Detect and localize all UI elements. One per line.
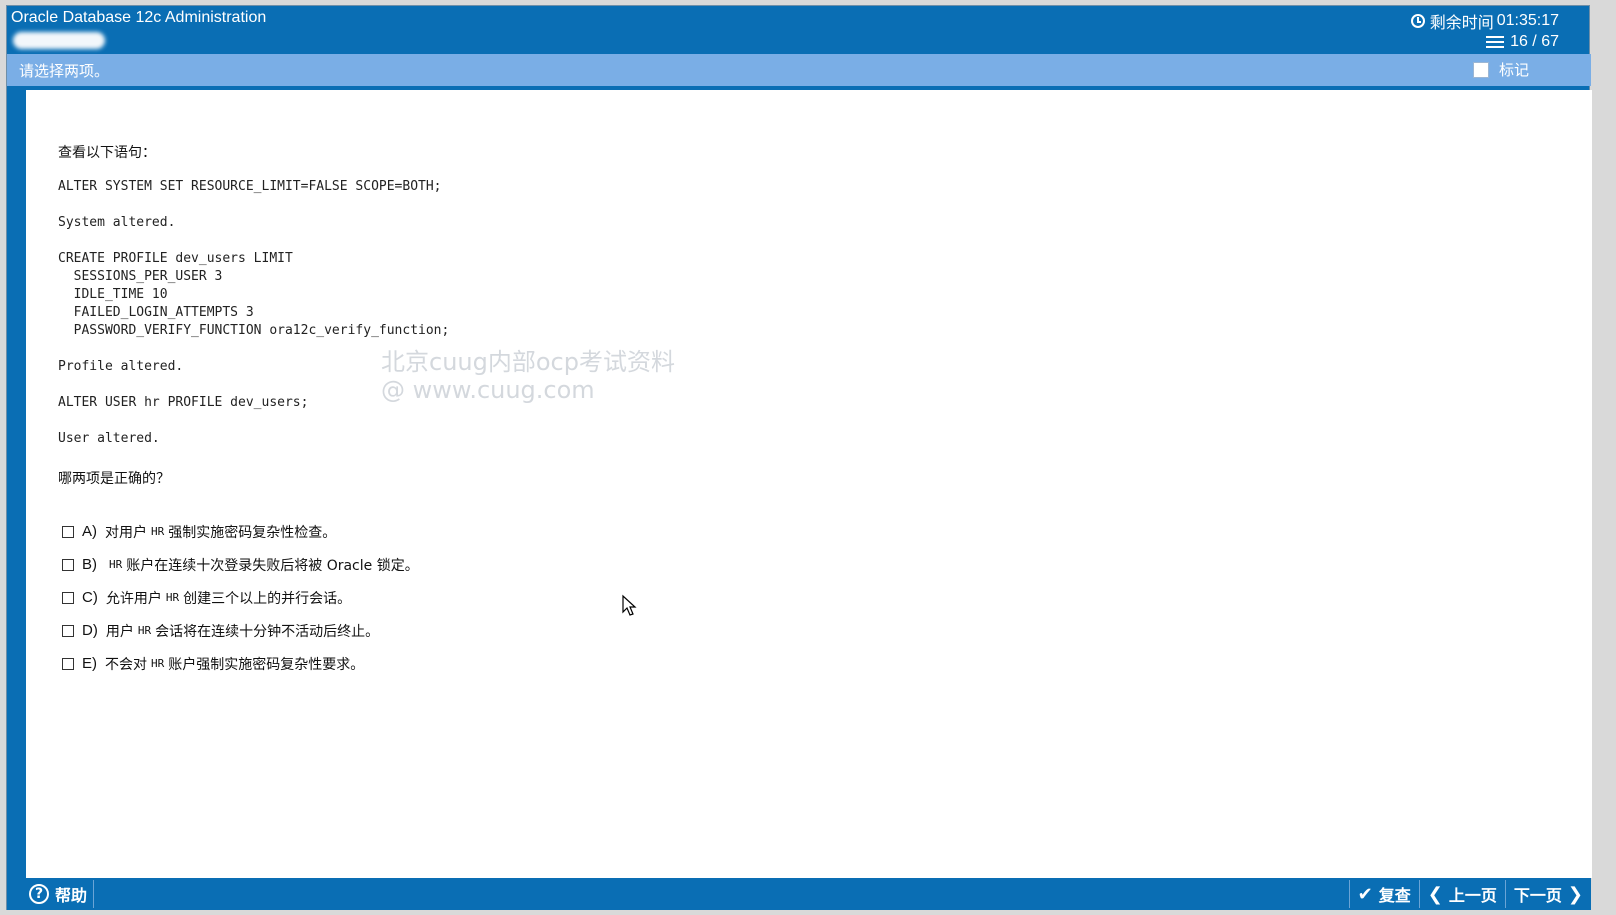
option-letter: D) [82, 622, 98, 639]
clock-icon [1410, 14, 1425, 28]
time-value: 01:35:17 [1496, 12, 1559, 29]
option-code: HR [151, 657, 165, 670]
option-text-pre: 对用户 [105, 524, 147, 541]
option-text-post: 强制实施密码复杂性检查。 [168, 524, 337, 541]
review-button[interactable]: ✔ 复查 [1348, 880, 1419, 908]
option-code: HR [137, 624, 152, 637]
option-checkbox[interactable] [62, 624, 74, 637]
question-panel: 查看以下语句： ALTER SYSTEM SET RESOURCE_LIMIT=… [25, 90, 1592, 878]
question-text: 哪两项是正确的？ [58, 471, 170, 487]
next-button[interactable]: 下一页 ❯ [1504, 880, 1591, 908]
app-title: Oracle Database 12c Administration [11, 9, 267, 26]
question-prompt: 查看以下语句： [58, 145, 156, 161]
option-b[interactable]: B) HR 账户在连续十次登录失败后将被 Oracle 锁定。 [62, 548, 419, 581]
nav-buttons: ✔ 复查 ❮ 上一页 下一页 ❯ [1348, 880, 1591, 908]
arrow-right-icon: ❯ [1567, 883, 1583, 905]
help-button[interactable]: ? 帮助 [29, 880, 95, 908]
option-text-post: 会话将在连续十分钟不活动后终止。 [155, 623, 380, 640]
time-label: 剩余时间 [1429, 15, 1494, 32]
time-remaining: 剩余时间 01:35:17 [1410, 9, 1559, 33]
exam-window: Oracle Database 12c Administration 剩余时间 … [6, 5, 1592, 910]
footer-bar: ? 帮助 ✔ 复查 ❮ 上一页 下一页 ❯ [7, 878, 1591, 910]
option-a[interactable]: A) 对用户 HR 强制实施密码复杂性检查。 [62, 515, 419, 548]
option-checkbox[interactable] [62, 558, 74, 571]
title-bar: Oracle Database 12c Administration 剩余时间 … [7, 6, 1589, 53]
option-code: HR [151, 525, 165, 538]
review-label: 复查 [1378, 886, 1411, 905]
next-label: 下一页 [1513, 886, 1562, 905]
sql-code-block: ALTER SYSTEM SET RESOURCE_LIMIT=FALSE SC… [58, 179, 450, 446]
mark-checkbox[interactable] [1472, 61, 1489, 78]
mark-toggle[interactable]: 标记 [1472, 59, 1529, 80]
option-e[interactable]: E) 不会对 HR 账户强制实施密码复杂性要求。 [62, 647, 419, 680]
candidate-name-redacted [13, 32, 105, 49]
answer-options: A) 对用户 HR 强制实施密码复杂性检查。 B) HR 账户在连续十次登录失败… [62, 515, 419, 680]
option-code: HR [109, 558, 123, 571]
option-text-post: 账户在连续十次登录失败后将被 Oracle 锁定。 [126, 557, 419, 574]
option-d[interactable]: D) 用户 HR 会话将在连续十分钟不活动后终止。 [62, 614, 419, 647]
option-letter: A) [82, 523, 97, 540]
question-counter: 16 / 67 [1486, 33, 1559, 51]
mark-label: 标记 [1498, 61, 1529, 79]
option-text-post: 创建三个以上的并行会话。 [183, 590, 352, 607]
option-text-pre: 用户 [105, 623, 134, 640]
option-c[interactable]: C) 允许用户 HR 创建三个以上的并行会话。 [62, 581, 419, 614]
option-text-pre: 不会对 [105, 656, 147, 673]
option-checkbox[interactable] [62, 591, 74, 604]
previous-button[interactable]: ❮ 上一页 [1418, 880, 1505, 908]
option-letter: E) [82, 655, 97, 672]
option-checkbox[interactable] [62, 657, 74, 670]
option-text-post: 账户强制实施密码复杂性要求。 [168, 656, 365, 673]
question-counter-value: 16 / 67 [1510, 33, 1559, 50]
help-icon: ? [29, 884, 49, 904]
option-text-pre: 允许用户 [105, 590, 162, 607]
option-checkbox[interactable] [62, 525, 74, 538]
option-letter: B) [82, 556, 97, 573]
instruction-text: 请选择两项。 [19, 62, 110, 80]
arrow-left-icon: ❮ [1427, 883, 1443, 905]
mouse-cursor-icon [622, 594, 637, 616]
previous-label: 上一页 [1448, 886, 1497, 905]
instruction-bar: 请选择两项。 标记 [7, 54, 1591, 86]
help-label: 帮助 [55, 886, 88, 905]
check-icon: ✔ [1357, 883, 1373, 905]
stack-icon [1486, 36, 1505, 48]
option-code: HR [165, 591, 180, 604]
option-letter: C) [82, 589, 98, 606]
